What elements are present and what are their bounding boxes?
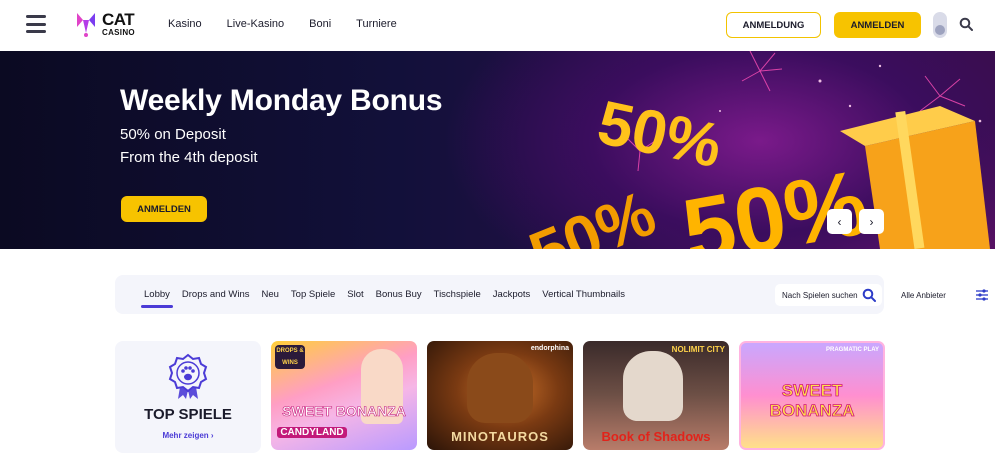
hero-register-button[interactable]: ANMELDEN <box>121 196 207 222</box>
logo[interactable]: CAT CASINO <box>74 11 135 37</box>
nav-turniere[interactable]: Turniere <box>356 18 397 30</box>
nav-live-kasino[interactable]: Live-Kasino <box>227 18 284 30</box>
menu-icon[interactable] <box>26 15 46 33</box>
game-character <box>623 351 683 421</box>
main-nav: Kasino Live-Kasino Boni Turniere <box>168 18 422 30</box>
game-search-input[interactable]: Nach Spielen suchen <box>775 284 882 306</box>
hero-subtitle-2: From the 4th deposit <box>120 149 258 166</box>
tab-jackpots[interactable]: Jackpots <box>493 289 531 300</box>
category-tabs: Lobby Drops and Wins Neu Top Spiele Slot… <box>141 289 637 308</box>
tab-drops-and-wins[interactable]: Drops and Wins <box>182 289 250 300</box>
game-provider-badge: NOLIMIT CITY <box>671 345 725 354</box>
game-search-placeholder: Nach Spielen suchen <box>782 290 858 300</box>
login-button[interactable]: ANMELDUNG <box>726 12 821 38</box>
nav-boni[interactable]: Boni <box>309 18 331 30</box>
game-title: MINOTAUROS <box>451 429 549 444</box>
toggle-knob <box>935 25 945 35</box>
show-more-label: Mehr zeigen <box>162 431 209 440</box>
game-title: SWEET BONANZA <box>769 381 855 421</box>
top-header: CAT CASINO Kasino Live-Kasino Boni Turni… <box>0 0 995 51</box>
tab-neu[interactable]: Neu <box>261 289 278 300</box>
game-tile[interactable]: NOLIMIT CITY Book of Shadows <box>583 341 729 450</box>
game-provider-badge: PRAGMATIC PLAY <box>825 347 879 353</box>
logo-subtitle: CASINO <box>102 28 135 37</box>
category-tabbar: Lobby Drops and Wins Neu Top Spiele Slot… <box>115 275 995 314</box>
game-title: SWEET BONANZA <box>282 403 406 420</box>
hero-subtitle-1: 50% on Deposit <box>120 126 226 143</box>
hero-artwork: 50% 50% 50% <box>519 51 995 249</box>
theme-toggle[interactable] <box>933 12 947 38</box>
paw-badge-icon <box>168 353 208 406</box>
register-button[interactable]: ANMELDEN <box>834 12 921 38</box>
hero-banner: 50% 50% 50% Weekly Monday Bonus 50% on D… <box>0 51 995 249</box>
tab-vertical-thumbnails[interactable]: Vertical Thumbnails <box>542 289 625 300</box>
game-subtitle: CANDYLAND <box>277 427 347 438</box>
search-icon <box>862 288 876 304</box>
game-tile[interactable]: DROPS & WINS SWEET BONANZA CANDYLAND <box>271 341 417 450</box>
top-games-title: TOP SPIELE <box>144 406 232 423</box>
tab-bonus-buy[interactable]: Bonus Buy <box>376 289 422 300</box>
provider-select-label: Alle Anbieter <box>901 290 946 300</box>
hero-art-text-1: 50% <box>592 88 728 181</box>
top-games-card[interactable]: TOP SPIELE Mehr zeigen › <box>115 341 261 453</box>
game-badge: DROPS & WINS <box>275 345 305 369</box>
nav-kasino[interactable]: Kasino <box>168 18 202 30</box>
hero-title: Weekly Monday Bonus <box>120 84 443 117</box>
hero-art-text-3: 50% <box>520 177 665 249</box>
game-title: Book of Shadows <box>601 429 711 444</box>
cat-logo-icon <box>74 11 98 37</box>
tab-slot[interactable]: Slot <box>347 289 363 300</box>
game-tile[interactable]: PRAGMATIC PLAY SWEET BONANZA <box>739 341 885 450</box>
game-provider-badge: endorphina <box>530 345 569 352</box>
show-more-link[interactable]: Mehr zeigen › <box>115 431 261 440</box>
tab-top-spiele[interactable]: Top Spiele <box>291 289 335 300</box>
game-tile[interactable]: endorphina MINOTAUROS <box>427 341 573 450</box>
filter-icon <box>976 289 988 303</box>
tab-lobby[interactable]: Lobby <box>141 289 173 308</box>
provider-select[interactable]: Alle Anbieter <box>894 284 995 306</box>
tab-tischspiele[interactable]: Tischspiele <box>434 289 481 300</box>
prev-arrow-icon[interactable]: ‹ <box>827 209 852 234</box>
game-character <box>467 353 533 423</box>
logo-title: CAT <box>102 10 135 29</box>
search-icon[interactable] <box>959 17 973 31</box>
next-arrow-icon[interactable]: › <box>859 209 884 234</box>
